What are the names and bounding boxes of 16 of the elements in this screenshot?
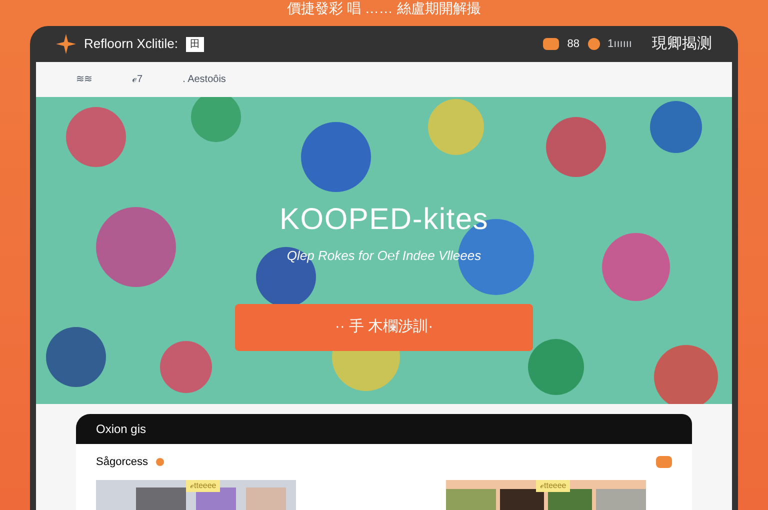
tag: ℯtteeee	[186, 480, 220, 492]
hero-title: KOOPED-kites	[279, 202, 489, 238]
header-title: 現卿揭测	[652, 34, 712, 54]
badge: 田	[186, 36, 204, 52]
tag: ℯtteeee	[536, 480, 570, 492]
brand-name: Refloorn Xclitile:	[84, 35, 178, 54]
status-text: 1ıııııı	[608, 36, 632, 52]
nav-item[interactable]: . Aestoôis	[182, 72, 226, 87]
nav-item[interactable]: ≋≋	[76, 72, 92, 87]
section-subtitle: Sågorcess	[96, 454, 148, 470]
nav-item[interactable]: ℯ7	[132, 72, 143, 87]
caption: 價捷發彩 唱 …… 絲盧期開解撮	[287, 0, 481, 18]
star-logo-icon	[56, 34, 76, 54]
hero-subtitle: Qlep Rokes for O℮f Indee Vlleees	[286, 247, 482, 265]
count: 88	[567, 36, 580, 52]
section-header: Oxion gis	[76, 414, 692, 444]
